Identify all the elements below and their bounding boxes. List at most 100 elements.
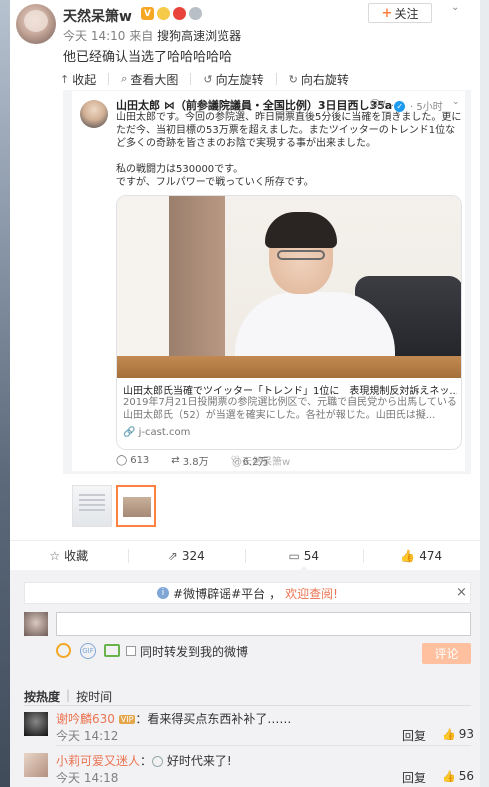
comment-time: 今天 14:12 — [56, 729, 119, 743]
close-icon[interactable]: × — [456, 585, 467, 600]
scrollbar-track[interactable] — [480, 0, 489, 787]
sync-repost-label[interactable]: 同时转发到我的微博 — [140, 643, 248, 660]
notice-link[interactable]: 欢迎查阅! — [285, 585, 338, 602]
author-name[interactable]: 天然呆箫w — [63, 6, 132, 26]
chevron-down-icon[interactable]: ⌄ — [451, 2, 459, 13]
comment-sep: ： — [140, 754, 153, 768]
info-icon: i — [157, 587, 170, 599]
comment-icon: ▭ — [288, 548, 300, 563]
favorite-label: 收藏 — [64, 549, 89, 563]
rotate-left-label: 向左旋转 — [215, 72, 264, 87]
sync-repost-checkbox[interactable] — [126, 646, 136, 656]
post-source: 搜狗高速浏览器 — [157, 29, 242, 43]
collapse-button[interactable]: ↑ 收起 — [60, 69, 96, 89]
submit-comment-button[interactable]: 评论 — [422, 643, 471, 664]
follow-button[interactable]: + 关注 — [368, 3, 432, 23]
post-text: 他已经确认当选了哈哈哈哈哈 — [63, 50, 233, 65]
image-icon[interactable] — [104, 644, 120, 657]
search-icon: ⌕ — [121, 72, 128, 85]
author-avatar[interactable] — [16, 4, 56, 44]
thumbs-up-icon: 👍 — [442, 769, 456, 783]
commenter-avatar[interactable] — [24, 712, 48, 736]
sort-by-hot[interactable]: 按热度 — [24, 688, 60, 705]
repost-count: 324 — [181, 548, 205, 563]
comment-button[interactable]: ▭ 54 — [245, 541, 363, 571]
commenter-name[interactable]: 小莉可爱又迷人 — [56, 754, 140, 768]
tweet-retweets: ⇄ 3.8万 — [171, 453, 209, 468]
divider — [56, 745, 471, 746]
tweet-line: ただ今、当初目標の53万票を超えました。またツイッターのトレンド1位な — [116, 125, 456, 136]
link-card-domain: 🔗 j-cast.com — [123, 427, 191, 438]
comment-input[interactable] — [56, 612, 471, 636]
reply-icon: ◯ — [116, 454, 128, 466]
rotate-left-button[interactable]: ↺ 向左旋转 — [203, 69, 263, 89]
repost-button[interactable]: ⇗ 324 — [127, 541, 246, 570]
sort-by-time[interactable]: 按时间 — [76, 688, 112, 705]
comment-time: 今天 14:18 — [56, 771, 119, 785]
rotate-right-button[interactable]: ↻ 向右旋转 — [289, 69, 349, 89]
my-avatar[interactable] — [24, 612, 48, 636]
verified-v-icon[interactable]: V — [141, 7, 154, 20]
follow-label: 关注 — [394, 6, 419, 21]
link-card-title: 山田太郎氏当確でツイッター「トレンド」1位に 表現規制反対訴えネッ... — [123, 386, 457, 397]
level-icon[interactable] — [189, 7, 202, 20]
politician-photo — [117, 196, 461, 378]
image-thumbnails — [72, 485, 156, 527]
crown-icon[interactable] — [157, 7, 170, 20]
comment-like-button[interactable]: 👍 93 — [442, 727, 474, 741]
comment-like-button[interactable]: 👍 56 — [442, 769, 474, 783]
thumbs-up-icon: 👍 — [400, 548, 416, 563]
sort-sep: | — [66, 688, 71, 702]
divider — [24, 705, 471, 706]
commenter-name[interactable]: 谢吟麟630 — [56, 712, 115, 726]
emoji-icon[interactable] — [56, 643, 71, 658]
comment-text: 看来得买点东西补补了…… — [147, 712, 292, 726]
retweet-icon: ⇄ — [171, 454, 180, 466]
view-large-label: 查看大图 — [130, 72, 179, 87]
emoji-icon — [152, 756, 164, 767]
reply-count: 613 — [130, 454, 150, 466]
link-card-description: 2019年7月21日投開票の参院選比例区で、元職で自民党から出馬している山田太郎… — [123, 397, 457, 421]
background-strip — [0, 0, 10, 787]
favorite-button[interactable]: ☆ 收藏 — [10, 541, 128, 570]
thumbnail-1[interactable] — [72, 485, 112, 527]
comment-like-count: 93 — [458, 727, 474, 741]
notice-tag[interactable]: #微博辟谣#平台 — [173, 585, 265, 602]
reply-button[interactable]: 回复 — [402, 727, 426, 744]
collapse-label: 收起 — [72, 72, 97, 87]
comment-text-line: 谢吟麟630 VIP ：看来得买点东西补补了…… — [56, 710, 291, 727]
post-time[interactable]: 今天 14:10 — [63, 29, 125, 43]
commenter-avatar[interactable] — [24, 753, 48, 777]
view-large-button[interactable]: ⌕ 查看大图 — [121, 69, 178, 89]
star-icon: ☆ — [49, 548, 61, 563]
tweet-link-card: 山田太郎氏当確でツイッター「トレンド」1位に 表現規制反対訴えネッ... 201… — [116, 195, 462, 450]
thumbs-up-icon: 👍 — [442, 727, 456, 741]
tweet-screenshot[interactable]: 山田太郎 ⋈（前参議院議員・全国比例）3日目西し35a ✓ @y... · 5小时… — [72, 91, 465, 471]
notice-sep: ， — [269, 586, 282, 601]
post-meta: 今天 14:10 来自 搜狗高速浏览器 — [63, 27, 241, 44]
divider — [108, 73, 110, 85]
member-icon[interactable] — [173, 7, 186, 20]
like-button[interactable]: 👍 474 — [362, 541, 481, 570]
comment-sort: 按热度 | 按时间 — [24, 688, 112, 705]
image-watermark: @天然呆箫w — [232, 457, 291, 468]
gif-icon[interactable]: GIF — [80, 643, 96, 659]
comment-count: 54 — [303, 548, 320, 563]
chevron-down-icon: ⌄ — [452, 97, 460, 107]
tweet-line: ですが、フルパワーで戦っていく所存です。 — [116, 177, 314, 188]
share-icon: ⇗ — [167, 548, 178, 563]
thumbnail-2-selected[interactable] — [116, 485, 156, 527]
tweet-avatar — [80, 100, 108, 128]
reply-button[interactable]: 回复 — [402, 769, 426, 786]
comment-text: 好时代来了! — [166, 754, 232, 768]
retweet-count: 3.8万 — [182, 456, 209, 468]
comment-like-count: 56 — [458, 769, 474, 783]
tweet-line: 私の戦闘力は530000です。 — [116, 164, 244, 175]
vip-badge[interactable]: VIP — [118, 715, 136, 724]
post-action-bar: ☆ 收藏 ⇗ 324 ▭ 54 👍 474 — [10, 540, 481, 571]
like-count: 474 — [419, 548, 443, 563]
divider — [190, 73, 192, 85]
author-badges: V — [141, 7, 202, 20]
tweet-line: ど多くの奇跡を皆さまのお陰で実現する事が出来ました。 — [116, 138, 376, 149]
rumor-notice: i #微博辟谣#平台 ，欢迎查阅! × — [24, 582, 471, 604]
